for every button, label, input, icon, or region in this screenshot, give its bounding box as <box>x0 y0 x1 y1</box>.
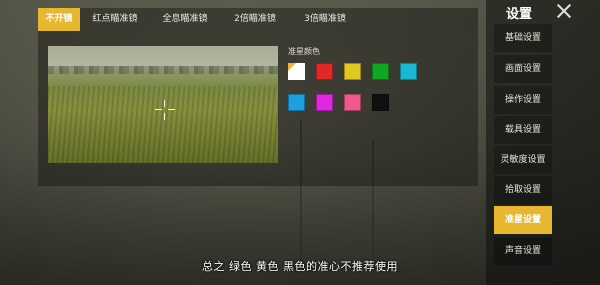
color-swatch-cyan[interactable] <box>400 63 417 80</box>
color-swatch-red[interactable] <box>316 63 333 80</box>
menu-item-vehicle[interactable]: 载具设置 <box>494 116 552 144</box>
settings-title: 设置 <box>506 7 533 22</box>
menu-item-pickup[interactable]: 拾取设置 <box>494 176 552 204</box>
color-swatch-white[interactable] <box>288 63 305 80</box>
color-swatch-magenta[interactable] <box>316 94 333 111</box>
tab-3x-scope[interactable]: 3倍瞄准镜 <box>290 8 360 31</box>
menu-item-sensitivity[interactable]: 灵敏度设置 <box>494 146 552 174</box>
menu-item-controls[interactable]: 操作设置 <box>494 86 552 114</box>
close-icon[interactable] <box>555 2 573 20</box>
tab-red-dot[interactable]: 红点瞄准镜 <box>80 8 150 31</box>
crosshair-color-label: 准星颜色 <box>288 47 320 56</box>
preview-grass <box>48 86 278 163</box>
crosshair-icon <box>155 100 175 120</box>
tab-2x-scope[interactable]: 2倍瞄准镜 <box>220 8 290 31</box>
color-swatch-black[interactable] <box>372 94 389 111</box>
selected-marker-icon <box>288 63 296 71</box>
scope-tabs: 不开镜 红点瞄准镜 全息瞄准镜 2倍瞄准镜 3倍瞄准镜 <box>38 8 478 31</box>
menu-item-graphics[interactable]: 画面设置 <box>494 55 552 83</box>
color-swatch-yellow[interactable] <box>344 63 361 80</box>
menu-item-crosshair[interactable]: 准星设置 <box>494 206 552 234</box>
menu-item-basic[interactable]: 基础设置 <box>494 24 552 52</box>
color-swatch-green[interactable] <box>372 63 389 80</box>
tab-holographic[interactable]: 全息瞄准镜 <box>150 8 220 31</box>
color-swatch-pink[interactable] <box>344 94 361 111</box>
tabs-filler <box>360 8 478 31</box>
crosshair-settings-panel: 准星颜色 <box>38 31 478 186</box>
color-swatch-blue[interactable] <box>288 94 305 111</box>
crosshair-preview <box>48 46 278 163</box>
video-subtitle: 总之 绿色 黄色 黑色的准心不推荐使用 <box>202 260 398 273</box>
preview-treeline <box>48 66 278 74</box>
tab-no-scope[interactable]: 不开镜 <box>38 8 80 31</box>
